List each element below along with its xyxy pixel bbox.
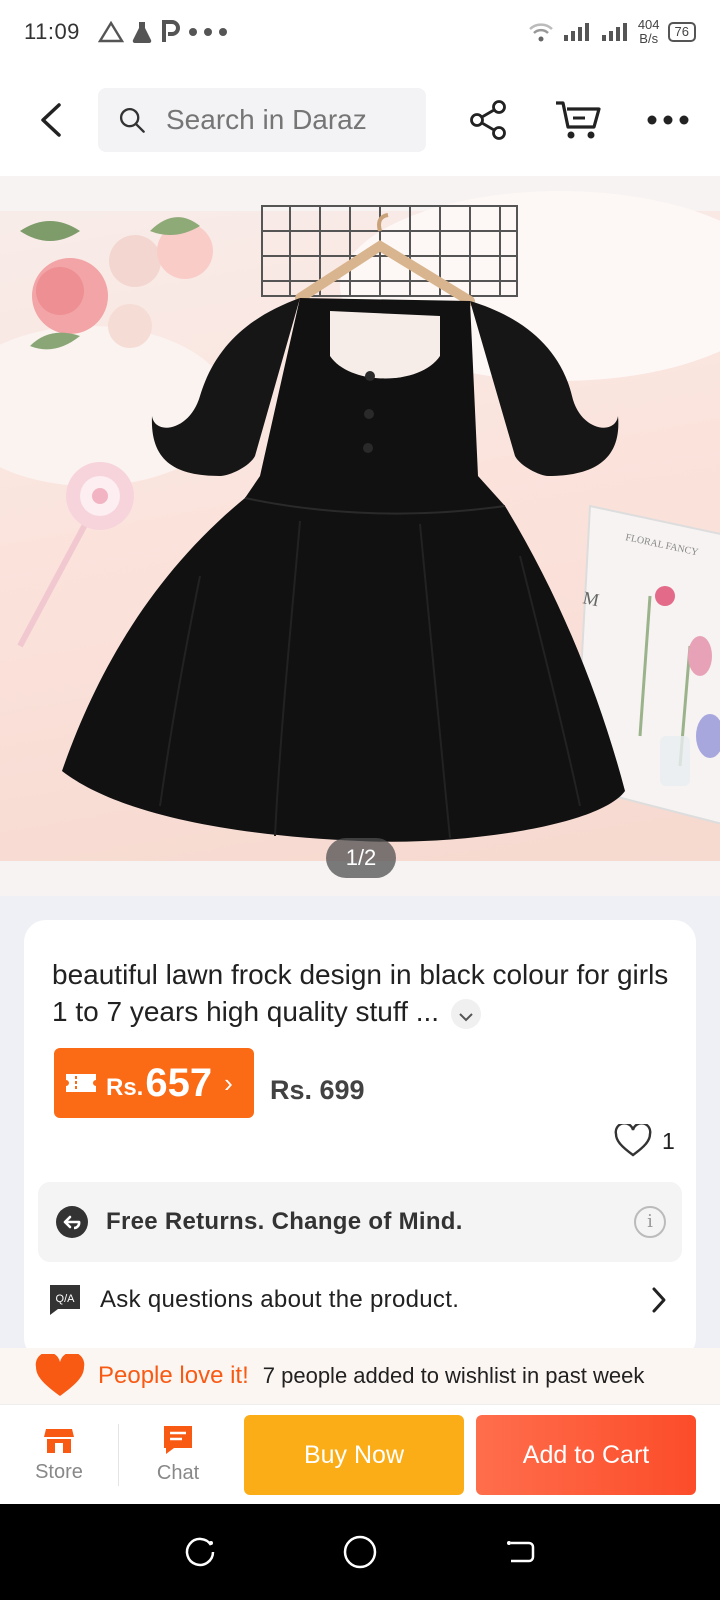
qa-badge: Q/A [56, 1293, 76, 1305]
product-page: 11:09 404 B/s 76 Search in Daraz FLORAL … [0, 0, 720, 1600]
chevron-right-icon [652, 1287, 666, 1313]
roses-decoration [20, 217, 213, 350]
add-to-cart-button[interactable]: Add to Cart [476, 1415, 696, 1495]
wifi-icon [528, 23, 553, 42]
warning-triangle-icon [97, 20, 124, 43]
buy-now-button[interactable]: Buy Now [244, 1415, 464, 1495]
returns-policy[interactable]: Free Returns. Change of Mind. i [38, 1182, 682, 1262]
price-value: 657 [145, 1060, 213, 1105]
net-speed-unit: B/s [639, 31, 659, 46]
status-time: 11:09 [24, 19, 80, 44]
net-speed-value: 404 [637, 17, 660, 32]
signal-icon-2 [601, 23, 627, 41]
back-button[interactable] [28, 90, 72, 150]
top-header [0, 64, 720, 176]
price-badge[interactable]: Rs. 657 › [54, 1048, 254, 1118]
signal-icon [563, 23, 589, 41]
popularity-text: 7 people added to wishlist in past week [262, 1363, 645, 1388]
popularity-highlight: People love it! [98, 1362, 249, 1389]
info-icon[interactable]: i [634, 1206, 666, 1238]
original-price: Rs. 699 [270, 1075, 365, 1105]
product-image-gallery[interactable]: FLORAL FANCY M 1/2 [0, 176, 720, 896]
more-dots-icon [188, 28, 227, 36]
chevron-left-icon [41, 103, 61, 137]
share-button[interactable] [464, 96, 512, 144]
product-title: beautiful lawn frock design in black col… [52, 956, 672, 1030]
share-icon [470, 100, 506, 140]
p-icon [161, 20, 180, 42]
status-right: 404 B/s 76 [528, 18, 696, 46]
heart-filled-icon [35, 1354, 85, 1396]
popularity-banner: People love it! 7 people added to wishli… [0, 1348, 720, 1404]
product-info-card: beautiful lawn frock design in black col… [24, 920, 696, 1360]
more-dots-icon [647, 115, 689, 125]
chevron-right-icon: › [224, 1067, 233, 1098]
image-counter: 1/2 [326, 838, 396, 878]
search-bar[interactable] [98, 88, 426, 152]
product-image[interactable]: FLORAL FANCY M [0, 176, 720, 896]
search-icon [119, 107, 145, 133]
search-input[interactable] [166, 104, 406, 136]
store-icon [44, 1429, 74, 1453]
store-button[interactable]: Store [0, 1405, 118, 1505]
system-navigation-bar [0, 1504, 720, 1600]
wishlist-button[interactable]: 1 [614, 1124, 675, 1158]
lollipop-decoration [17, 462, 134, 648]
battery-indicator: 76 [667, 22, 696, 42]
chevron-down-icon [459, 1012, 473, 1022]
ask-questions-text: Ask questions about the product. [100, 1286, 460, 1313]
flask-icon [132, 22, 152, 44]
bottom-action-bar: Store Chat Buy Now Add to Cart [0, 1404, 720, 1504]
back-nav-icon[interactable] [503, 1535, 537, 1569]
home-icon[interactable] [342, 1534, 378, 1570]
chat-icon [164, 1426, 192, 1454]
qa-icon: Q/A [50, 1285, 80, 1315]
status-bar: 11:09 404 B/s 76 [0, 0, 720, 64]
header-actions [464, 96, 692, 144]
cart-icon [556, 101, 601, 139]
recent-apps-icon[interactable] [183, 1535, 217, 1569]
price-currency: Rs. [106, 1074, 144, 1101]
return-arrow-icon [56, 1206, 88, 1238]
chat-button[interactable]: Chat [119, 1405, 237, 1505]
ask-questions-row[interactable]: Q/A Ask questions about the product. [48, 1270, 668, 1330]
returns-text: Free Returns. Change of Mind. [106, 1208, 463, 1235]
product-title-text: beautiful lawn frock design in black col… [52, 959, 669, 1027]
more-options-button[interactable] [644, 96, 692, 144]
net-speed: 404 B/s [638, 18, 660, 46]
cart-button[interactable] [554, 96, 602, 144]
store-label: Store [35, 1461, 83, 1483]
wishlist-count: 1 [662, 1127, 675, 1154]
voucher-icon [66, 1074, 96, 1092]
status-notification-icons [97, 20, 228, 44]
chat-label: Chat [156, 1462, 200, 1484]
heart-outline-icon [614, 1124, 652, 1157]
expand-title-button[interactable] [450, 998, 481, 1029]
